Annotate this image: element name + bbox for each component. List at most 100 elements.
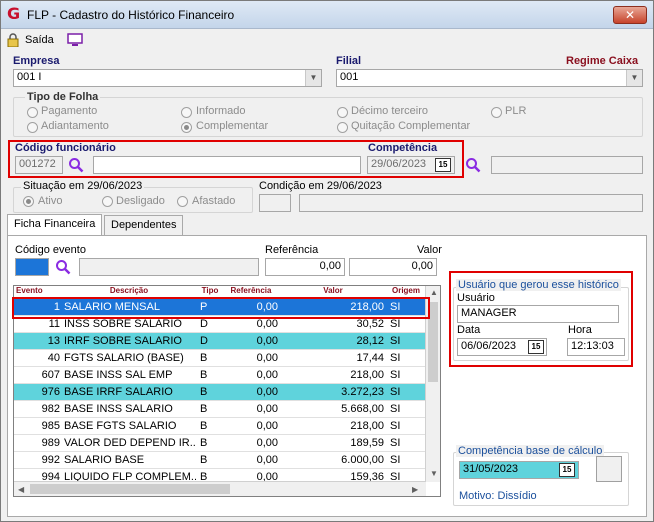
cell-evento: 13	[47, 335, 60, 347]
evento-desc-field	[79, 258, 259, 276]
cell-descricao: BASE INSS SALARIO	[64, 403, 173, 415]
cell-descricao: BASE FGTS SALARIO	[64, 420, 177, 432]
regime-caixa-label: Regime Caixa	[566, 55, 639, 67]
radio-complementar[interactable]	[181, 122, 192, 133]
cell-valor: 218,00	[350, 420, 384, 432]
window-title: FLP - Cadastro do Histórico Financeiro	[27, 8, 235, 22]
main-window: G FLP - Cadastro do Histórico Financeiro…	[0, 0, 654, 522]
cell-origem: SI	[390, 420, 401, 432]
cell-valor: 30,52	[356, 318, 384, 330]
cell-tipo: B	[200, 352, 208, 364]
screen-icon[interactable]	[67, 33, 83, 47]
cell-descricao: SALARIO BASE	[64, 454, 145, 466]
annotation-funcionario	[8, 140, 464, 178]
cell-descricao: VALOR DED DEPEND IR...	[64, 437, 196, 449]
cell-referencia: 0,00	[256, 335, 278, 347]
radio-adiantamento-label: Adiantamento	[41, 120, 109, 132]
radio-quitacao-complementar[interactable]	[337, 122, 348, 133]
table-row[interactable]: 985 BASE FGTS SALARIO B 0,00 218,00 SI	[14, 418, 426, 435]
competencia-base-value: 31/05/2023	[463, 463, 519, 475]
cell-referencia: 0,00	[256, 318, 278, 330]
cell-valor: 218,00	[350, 369, 384, 381]
empresa-combo[interactable]: 001 I ▼	[13, 69, 322, 87]
radio-adiantamento[interactable]	[27, 122, 38, 133]
valor-label: Valor	[417, 244, 442, 256]
filial-value: 001	[340, 71, 359, 83]
table-row[interactable]: 607 BASE INSS SAL EMP B 0,00 218,00 SI	[14, 367, 426, 384]
app-logo-icon: G	[7, 4, 21, 23]
radio-decimo-terceiro-label: Décimo terceiro	[351, 105, 429, 117]
scroll-up-icon[interactable]: ▲	[430, 288, 438, 297]
table-row[interactable]: 992 SALARIO BASE B 0,00 6.000,00 SI	[14, 452, 426, 469]
table-row[interactable]: 40 FGTS SALARIO (BASE) B 0,00 17,44 SI	[14, 350, 426, 367]
close-button[interactable]: ✕	[613, 6, 647, 24]
cell-descricao: IRRF SOBRE SALARIO	[64, 335, 182, 347]
cell-tipo: B	[200, 403, 208, 415]
cell-tipo: B	[200, 386, 208, 398]
competencia-extra-field	[491, 156, 643, 174]
radio-ativo[interactable]	[23, 196, 34, 207]
competencia-base-button[interactable]	[596, 456, 622, 482]
cell-referencia: 0,00	[256, 403, 278, 415]
cell-valor: 6.000,00	[341, 454, 384, 466]
cell-referencia: 0,00	[256, 420, 278, 432]
cell-valor: 28,12	[356, 335, 384, 347]
situacao-title: Situação em 29/06/2023	[21, 180, 145, 192]
search-icon[interactable]	[55, 259, 71, 275]
referencia-label: Referência	[265, 244, 319, 256]
cell-valor: 189,59	[350, 437, 384, 449]
cell-origem: SI	[390, 369, 401, 381]
cell-valor: 3.272,23	[341, 386, 384, 398]
radio-desligado-label: Desligado	[116, 195, 165, 207]
cell-tipo: D	[200, 318, 208, 330]
chevron-down-icon[interactable]: ▼	[305, 70, 321, 86]
table-row[interactable]: 982 BASE INSS SALARIO B 0,00 5.668,00 SI	[14, 401, 426, 418]
cell-evento: 11	[48, 318, 60, 330]
cell-origem: SI	[390, 352, 401, 364]
motivo-label: Motivo: Dissídio	[459, 490, 537, 502]
table-row[interactable]: 976 BASE IRRF SALARIO B 0,00 3.272,23 SI	[14, 384, 426, 401]
cell-referencia: 0,00	[256, 386, 278, 398]
cell-referencia: 0,00	[256, 454, 278, 466]
cell-origem: SI	[390, 386, 401, 398]
radio-plr[interactable]	[491, 107, 502, 118]
lock-icon[interactable]	[7, 33, 19, 47]
scroll-down-icon[interactable]: ▼	[430, 469, 438, 478]
radio-complementar-label: Complementar	[196, 120, 269, 132]
cell-origem: SI	[390, 335, 401, 347]
cell-origem: SI	[390, 318, 401, 330]
filial-label: Filial	[336, 55, 362, 67]
radio-afastado[interactable]	[177, 196, 188, 207]
horizontal-scrollbar[interactable]: ◀ ▶	[14, 481, 426, 496]
radio-pagamento[interactable]	[27, 107, 38, 118]
calendar-icon[interactable]: 15	[559, 463, 575, 477]
codigo-evento-field[interactable]	[15, 258, 49, 276]
radio-decimo-terceiro[interactable]	[337, 107, 348, 118]
tab-ficha-financeira[interactable]: Ficha Financeira	[7, 214, 103, 236]
exit-button[interactable]: Saída	[25, 34, 54, 46]
cell-referencia: 0,00	[256, 437, 278, 449]
chevron-down-icon[interactable]: ▼	[626, 70, 642, 86]
codigo-evento-label: Código evento	[15, 244, 86, 256]
title-bar: G FLP - Cadastro do Histórico Financeiro…	[1, 1, 653, 29]
radio-pagamento-label: Pagamento	[41, 105, 98, 117]
scroll-right-icon[interactable]: ▶	[412, 485, 418, 494]
scroll-left-icon[interactable]: ◀	[18, 485, 24, 494]
referencia-field[interactable]: 0,00	[265, 258, 345, 276]
tab-dependentes[interactable]: Dependentes	[104, 215, 184, 235]
cell-valor: 17,44	[356, 352, 384, 364]
table-row[interactable]: 989 VALOR DED DEPEND IR... B 0,00 189,59 SI	[14, 435, 426, 452]
radio-informado[interactable]	[181, 107, 192, 118]
condicao-title: Condição em 29/06/2023	[259, 180, 382, 192]
filial-combo[interactable]: 001 ▼	[336, 69, 643, 87]
competencia-base-title: Competência base de cálculo	[456, 445, 605, 457]
annotation-selected-row	[12, 297, 430, 319]
scroll-thumb[interactable]	[30, 484, 230, 494]
radio-desligado[interactable]	[102, 196, 113, 207]
search-icon[interactable]	[465, 157, 481, 173]
cell-evento: 989	[41, 437, 60, 449]
valor-field[interactable]: 0,00	[349, 258, 437, 276]
table-row[interactable]: 13 IRRF SOBRE SALARIO D 0,00 28,12 SI	[14, 333, 426, 350]
cell-evento: 982	[41, 403, 60, 415]
condicao-desc-field	[299, 194, 643, 212]
